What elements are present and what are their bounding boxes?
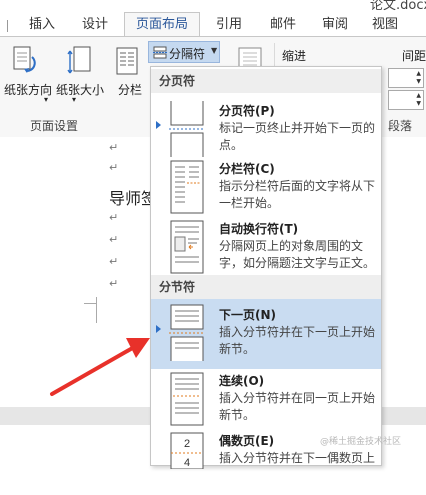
tab-references[interactable]: 引用 bbox=[206, 14, 252, 36]
paragraph-mark: ↵ bbox=[109, 277, 119, 290]
paragraph-mark: ↵ bbox=[109, 141, 119, 154]
menu-item-desc: 插入分节符并在下一偶数页上 bbox=[219, 451, 376, 465]
menu-item-title: 分页符(P) bbox=[219, 104, 275, 118]
orientation-icon bbox=[12, 45, 42, 80]
spacing-label: 间距 bbox=[402, 49, 426, 63]
menu-item-text-wrapping-break[interactable]: 自动换行符(T) 分隔网页上的对象周围的文字，如分隔题注文字与正文。 bbox=[151, 213, 381, 283]
paragraph-mark: ↵ bbox=[109, 255, 119, 268]
continuous-icon bbox=[165, 369, 209, 432]
tab-separator bbox=[7, 20, 8, 32]
menu-item-title: 分栏符(C) bbox=[219, 162, 275, 176]
watermark-text: @稀土掘金技术社区 bbox=[320, 437, 402, 447]
margin-corner-mark bbox=[96, 297, 97, 323]
selected-marker-icon bbox=[156, 325, 161, 333]
ribbon-tab-bar: 插入 设计 页面布局 引用 邮件 审阅 视图 论文.docx bbox=[0, 0, 426, 37]
menu-item-desc: 标记一页终止并开始下一页的点。 bbox=[219, 121, 376, 152]
breaks-button[interactable]: 分隔符 ▼ bbox=[148, 41, 220, 63]
menu-item-desc: 指示分栏符后面的文字将从下一栏开始。 bbox=[219, 179, 376, 210]
menu-item-desc: 插入分节符并在下一页上开始新节。 bbox=[219, 325, 376, 356]
columns-icon bbox=[116, 47, 138, 78]
menu-item-title: 下一页(N) bbox=[219, 308, 277, 322]
menu-section-page-breaks: 分页符 bbox=[151, 69, 381, 93]
menu-item-title: 连续(O) bbox=[219, 374, 265, 388]
breaks-menu: 分页符 分页符(P) 标记一页终止并开始下一页的点。 分栏符(C) 指示分栏符后… bbox=[150, 66, 382, 470]
chevron-down-icon: ▾ bbox=[72, 95, 77, 104]
tab-mailings[interactable]: 邮件 bbox=[260, 14, 306, 36]
paragraph-mark: ↵ bbox=[109, 161, 119, 174]
paragraph-mark: ↵ bbox=[109, 211, 119, 224]
svg-text:2: 2 bbox=[184, 438, 190, 450]
spacing-after-input[interactable]: ▲ ▼ bbox=[388, 90, 424, 110]
paragraph-group-label: 段落 bbox=[388, 119, 413, 133]
paragraph-mark: ↵ bbox=[109, 233, 119, 246]
page-setup-group-label: 页面设置 bbox=[30, 119, 79, 133]
breaks-icon bbox=[153, 46, 167, 62]
menu-section-section-breaks: 分节符 bbox=[151, 275, 381, 299]
spacing-before-input[interactable]: ▲ ▼ bbox=[388, 68, 424, 88]
tab-page-layout[interactable]: 页面布局 bbox=[124, 12, 200, 37]
document-title: 论文.docx bbox=[370, 0, 426, 13]
tab-review[interactable]: 审阅 bbox=[312, 14, 358, 36]
selected-marker-icon bbox=[156, 121, 161, 129]
menu-item-next-page[interactable]: 下一页(N) 插入分节符并在下一页上开始新节。 bbox=[151, 299, 381, 369]
columns-button[interactable]: 分栏 bbox=[118, 81, 142, 98]
indent-label: 缩进 bbox=[282, 49, 307, 63]
tab-design[interactable]: 设计 bbox=[72, 14, 118, 36]
menu-item-desc: 插入分节符并在同一页上开始新节。 bbox=[219, 391, 376, 422]
chevron-down-icon: ▼ bbox=[211, 46, 218, 55]
next-page-icon bbox=[165, 303, 209, 366]
paper-size-icon bbox=[66, 45, 94, 80]
menu-item-title: 自动换行符(T) bbox=[219, 222, 299, 236]
tab-view[interactable]: 视图 bbox=[362, 14, 408, 36]
tab-insert[interactable]: 插入 bbox=[20, 14, 64, 36]
menu-item-desc: 分隔网页上的对象周围的文字，如分隔题注文字与正文。 bbox=[219, 239, 376, 270]
text-wrapping-break-icon bbox=[165, 217, 209, 280]
breaks-button-label: 分隔符 bbox=[169, 47, 206, 61]
chevron-down-icon: ▾ bbox=[44, 95, 49, 104]
column-break-icon bbox=[165, 157, 209, 220]
even-page-icon: 2 4 bbox=[165, 429, 209, 472]
menu-item-title: 偶数页(E) bbox=[219, 434, 275, 448]
margin-corner-mark bbox=[84, 303, 96, 304]
svg-text:4: 4 bbox=[184, 457, 190, 469]
paper-size-button[interactable]: 纸张大小 bbox=[56, 81, 104, 98]
